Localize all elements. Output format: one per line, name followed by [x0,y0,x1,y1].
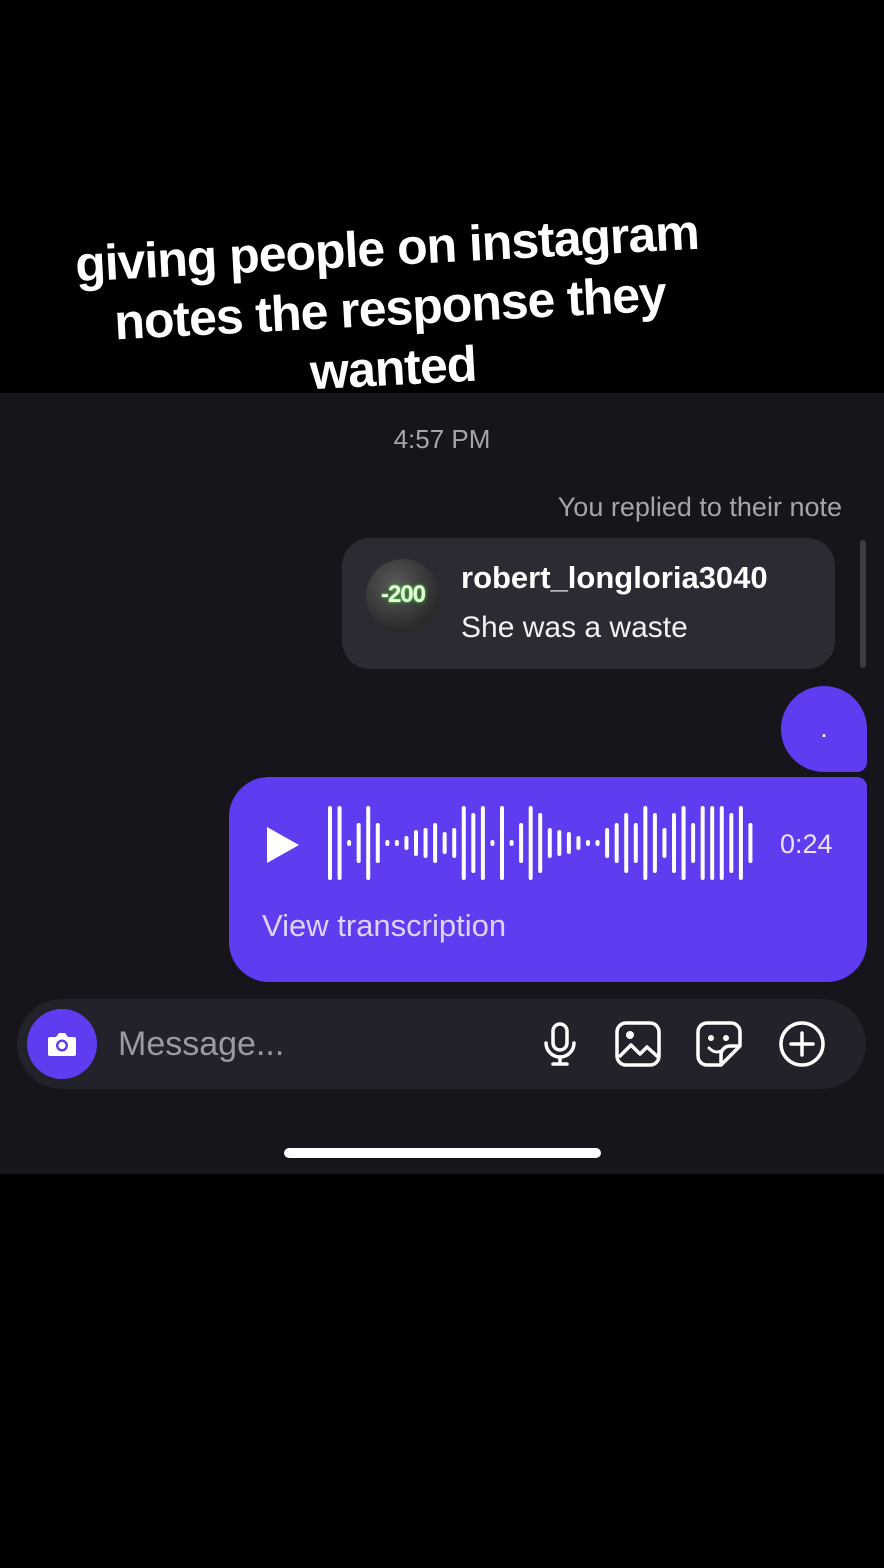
note-text: She was a waste [461,611,688,644]
waveform-bar [347,840,352,846]
gallery-icon[interactable] [613,1019,663,1069]
view-transcription-link[interactable]: View transcription [262,908,506,944]
message-input[interactable] [116,1017,500,1071]
waveform-bar [433,823,438,863]
waveform-bar [748,823,753,863]
waveform-bar [366,806,371,880]
waveform-bar [394,840,399,846]
waveform-bar [605,828,610,858]
waveform-bar [710,806,715,880]
waveform-bar [691,823,696,863]
waveform-bar [509,840,514,846]
audio-waveform[interactable] [327,797,757,889]
waveform-bar [576,836,581,850]
replied-note-card[interactable]: -200 robert_longloria3040 She was a wast… [342,538,835,669]
waveform-bar [423,828,428,858]
camera-button[interactable] [27,1009,97,1079]
message-timestamp: 4:57 PM [393,424,491,454]
waveform-bar [471,813,476,873]
waveform-bar [528,806,533,880]
microphone-icon[interactable] [535,1019,585,1069]
play-icon[interactable] [263,825,303,865]
home-indicator[interactable] [284,1148,601,1158]
waveform-bar [452,828,457,858]
waveform-bar [595,840,600,846]
waveform-bar [662,828,667,858]
waveform-bar [652,813,657,873]
camera-icon [48,1033,76,1056]
plus-icon[interactable] [777,1019,827,1069]
waveform-bar [414,830,418,856]
waveform-bar [385,840,390,846]
reply-context-label: You replied to their note [557,492,842,522]
waveform-bar [500,806,504,880]
waveform-bar [404,836,409,850]
waveform-bar [614,823,619,863]
waveform-bar [519,823,524,863]
waveform-bar [547,828,552,858]
note-avatar: -200 [366,559,440,633]
sent-dot-message[interactable]: . [781,686,867,772]
waveform-bar [719,806,724,880]
waveform-bar [624,813,629,873]
waveform-bar [738,806,743,880]
waveform-bar [337,806,342,880]
waveform-bar [586,840,590,846]
waveform-bar [729,813,734,873]
waveform-bar [356,823,361,863]
waveform-bar [557,830,562,856]
waveform-bar [375,823,380,863]
waveform-bar [461,806,466,880]
message-composer [17,999,866,1089]
waveform-bar [681,806,686,880]
voice-message-bubble[interactable]: 0:24 View transcription [229,777,867,982]
voice-duration: 0:24 [780,829,833,859]
waveform-bar [672,813,676,873]
waveform-bar [538,813,543,873]
note-username: robert_longloria3040 [461,560,768,595]
waveform-bar [566,832,571,854]
waveform-bar [643,806,648,880]
waveform-bar [328,806,332,880]
note-avatar-text: -200 [380,581,426,608]
waveform-bar [442,832,447,854]
waveform-bar [700,806,705,880]
sticker-icon[interactable] [694,1019,744,1069]
waveform-bar [633,823,638,863]
dot-message-text: . [820,713,828,743]
scrollbar-thumb[interactable] [860,540,866,668]
video-caption: giving people on instagram notes the res… [36,200,744,416]
waveform-bar [490,840,495,846]
waveform-bar [480,806,485,880]
